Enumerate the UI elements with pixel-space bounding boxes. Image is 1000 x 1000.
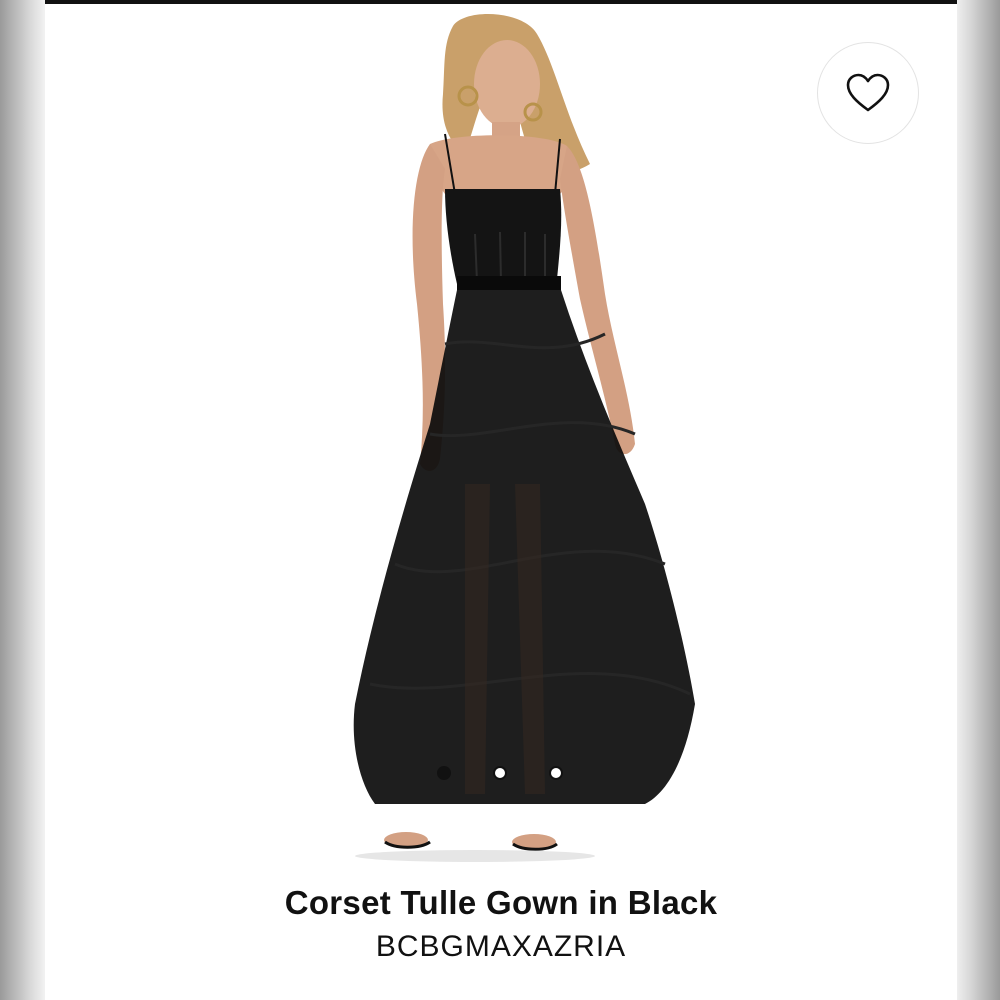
- carousel-indicators: [45, 766, 957, 786]
- product-card: Corset Tulle Gown in Black BCBGMAXAZRIA: [45, 4, 957, 1000]
- carousel-dot-2[interactable]: [493, 766, 507, 780]
- product-image[interactable]: [45, 4, 957, 864]
- product-brand[interactable]: BCBGMAXAZRIA: [45, 930, 957, 964]
- dress-bodice: [445, 189, 562, 284]
- carousel-dot-1[interactable]: [437, 766, 451, 780]
- face: [474, 40, 540, 128]
- product-title: Corset Tulle Gown in Black: [284, 884, 718, 921]
- favorite-button[interactable]: [817, 42, 919, 144]
- carousel-dot-3[interactable]: [549, 766, 563, 780]
- heart-outline-icon: [846, 73, 890, 112]
